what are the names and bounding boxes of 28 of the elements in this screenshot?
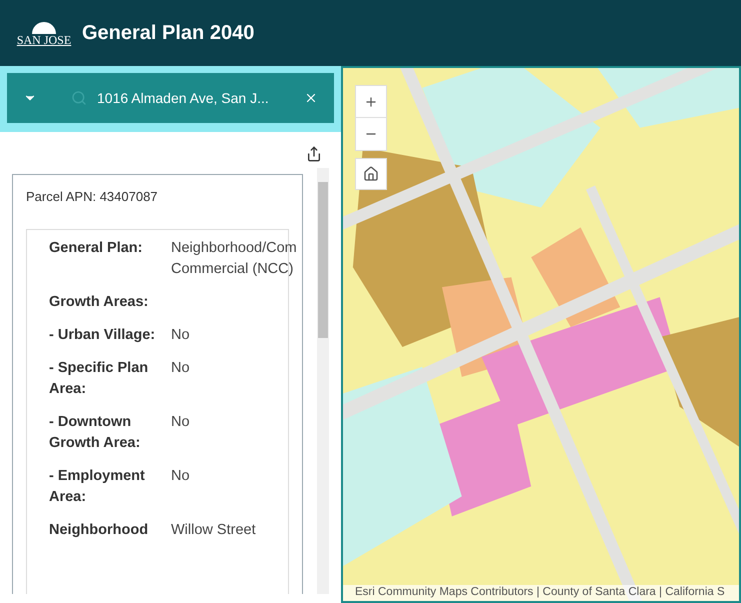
scrollbar[interactable]: [317, 168, 329, 594]
attribute-value: Willow Street: [171, 520, 256, 540]
app-title: General Plan 2040: [82, 21, 254, 46]
attribute-label: - Specific Plan Area:: [49, 358, 150, 398]
attribute-value: No: [171, 326, 190, 344]
parcel-title: Parcel APN: 43407087: [26, 188, 159, 206]
map[interactable]: Esri Community Maps Contributors | County of Santa Clara | California S: [341, 66, 741, 603]
attribution-text: Esri Community Maps Contributors | County of Santa Clara | California S: [355, 585, 725, 600]
attribute-value: No: [171, 358, 190, 378]
search-field[interactable]: 1016 Almaden Ave, San J...: [7, 73, 334, 123]
zoom-in-icon: [364, 94, 378, 108]
attribute-label: Growth Areas:: [49, 292, 150, 312]
home-button[interactable]: [355, 158, 387, 190]
attribute-label: General Plan:: [49, 238, 144, 258]
sun-logo-icon: [29, 20, 59, 34]
attribute-value: No: [171, 412, 190, 432]
close-icon[interactable]: [304, 91, 318, 105]
attribute-value: Neighborhood/Com Commercial (NCC): [171, 238, 297, 278]
attribute-label: - Downtown Growth Area:: [49, 412, 142, 452]
attribute-label: Neighborhood: [49, 520, 150, 540]
search-value: 1016 Almaden Ave, San J...: [97, 88, 270, 108]
attribute-label: - Urban Village:: [49, 326, 156, 344]
attribute-value: No: [171, 466, 190, 486]
share-icon[interactable]: [306, 146, 322, 162]
home-icon: [363, 166, 379, 182]
logo-text: SAN JOSE: [16, 34, 72, 46]
search-icon: [71, 90, 87, 106]
attribute-label: - Employment Area:: [49, 466, 146, 506]
